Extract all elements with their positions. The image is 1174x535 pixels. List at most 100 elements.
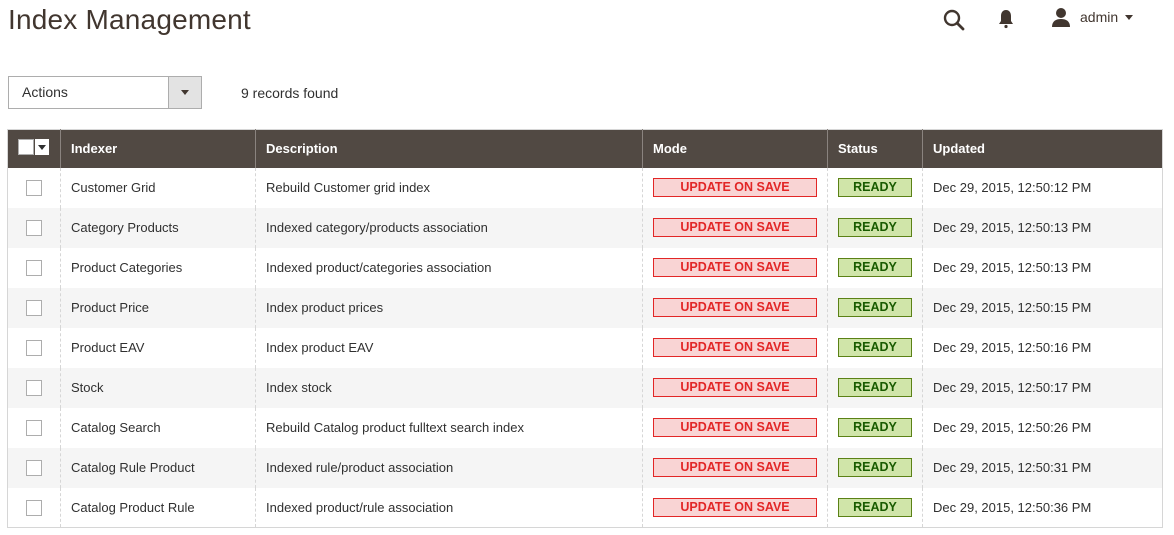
chevron-down-icon xyxy=(1125,14,1134,20)
row-checkbox[interactable] xyxy=(26,219,42,236)
column-header-mode[interactable]: Mode xyxy=(642,129,828,168)
description-cell: Rebuild Customer grid index xyxy=(255,167,643,208)
mode-badge: UPDATE ON SAVE xyxy=(653,178,817,197)
updated-cell: Dec 29, 2015, 12:50:13 PM xyxy=(922,247,1163,288)
actions-label: Actions xyxy=(22,84,68,100)
status-cell: READY xyxy=(827,487,923,528)
status-cell: READY xyxy=(827,167,923,208)
status-cell: READY xyxy=(827,247,923,288)
row-select-cell xyxy=(7,207,61,248)
mode-badge: UPDATE ON SAVE xyxy=(653,298,817,317)
indexer-cell: Product EAV xyxy=(60,327,256,368)
status-cell: READY xyxy=(827,287,923,328)
updated-cell: Dec 29, 2015, 12:50:26 PM xyxy=(922,407,1163,448)
row-select-cell xyxy=(8,488,61,528)
user-name: admin xyxy=(1080,9,1119,25)
indexer-cell: Customer Grid xyxy=(60,167,256,208)
chevron-down-icon xyxy=(181,90,189,95)
mode-badge: UPDATE ON SAVE xyxy=(653,418,817,437)
column-header-status[interactable]: Status xyxy=(827,129,923,168)
status-badge: READY xyxy=(838,418,912,437)
column-header-indexer[interactable]: Indexer xyxy=(60,129,256,168)
row-checkbox[interactable] xyxy=(26,259,42,276)
indexer-cell: Catalog Product Rule xyxy=(60,487,256,528)
updated-cell: Dec 29, 2015, 12:50:15 PM xyxy=(922,287,1163,328)
table-row: Product Price Index product prices UPDATE … xyxy=(7,287,1163,328)
row-checkbox[interactable] xyxy=(26,299,42,316)
status-badge: READY xyxy=(838,178,912,197)
mode-cell: UPDATE ON SAVE xyxy=(642,487,828,528)
status-badge: READY xyxy=(838,458,912,477)
table-row: Category Products Indexed category/produc… xyxy=(7,207,1163,248)
status-cell: READY xyxy=(827,447,923,488)
column-header-description[interactable]: Description xyxy=(255,129,643,168)
mass-select-checkbox[interactable] xyxy=(18,139,34,156)
mass-select-header xyxy=(7,129,61,168)
table-row: Catalog Search Rebuild Catalog product fu… xyxy=(8,407,1163,448)
actions-dropdown[interactable]: Actions xyxy=(8,76,202,109)
mode-badge: UPDATE ON SAVE xyxy=(653,497,817,517)
mode-cell: UPDATE ON SAVE xyxy=(642,407,828,448)
table-row: Customer Grid Rebuild Customer grid index… xyxy=(8,167,1163,208)
mass-select-toggle[interactable] xyxy=(35,139,49,156)
bell-icon[interactable] xyxy=(996,8,1016,30)
status-cell: READY xyxy=(827,207,923,248)
row-select-cell xyxy=(8,328,61,368)
status-badge: READY xyxy=(838,298,912,317)
page-title: Index Management xyxy=(8,4,251,35)
indexer-cell: Stock xyxy=(60,367,256,408)
table-row: Product EAV Index product EAV UPDATE ON SA… xyxy=(8,327,1163,368)
row-checkbox[interactable] xyxy=(26,459,42,476)
row-checkbox[interactable] xyxy=(26,179,42,196)
updated-cell: Dec 29, 2015, 12:50:31 PM xyxy=(922,447,1163,488)
actions-toggle[interactable] xyxy=(168,77,201,108)
indexer-cell: Category Products xyxy=(60,207,256,248)
row-select-cell xyxy=(8,248,61,288)
status-cell: READY xyxy=(827,367,923,408)
mass-select-dropdown[interactable] xyxy=(18,139,49,156)
description-cell: Indexed product/rule association xyxy=(255,487,643,528)
updated-cell: Dec 29, 2015, 12:50:12 PM xyxy=(922,167,1163,208)
description-cell: Indexed category/products association xyxy=(255,207,643,248)
row-select-cell xyxy=(7,367,61,408)
chevron-down-icon xyxy=(38,144,46,150)
mode-cell: UPDATE ON SAVE xyxy=(642,207,828,248)
indexer-cell: Product Categories xyxy=(60,247,256,288)
table-row: Catalog Rule Product Indexed rule/product… xyxy=(7,447,1163,488)
row-checkbox[interactable] xyxy=(26,379,42,396)
table-row: Catalog Product Rule Indexed product/rule… xyxy=(8,487,1163,528)
description-cell: Indexed product/categories association xyxy=(255,247,643,288)
status-badge: READY xyxy=(838,378,912,397)
records-count: 9 records found xyxy=(241,84,339,101)
mode-cell: UPDATE ON SAVE xyxy=(642,167,828,208)
row-checkbox[interactable] xyxy=(26,419,42,436)
row-select-cell xyxy=(7,447,61,488)
row-checkbox[interactable] xyxy=(26,339,42,356)
updated-cell: Dec 29, 2015, 12:50:16 PM xyxy=(922,327,1163,368)
mode-cell: UPDATE ON SAVE xyxy=(642,327,828,368)
description-cell: Index product prices xyxy=(255,287,643,328)
status-badge: READY xyxy=(838,338,912,357)
updated-cell: Dec 29, 2015, 12:50:36 PM xyxy=(922,487,1163,528)
row-checkbox[interactable] xyxy=(26,499,42,516)
mode-badge: UPDATE ON SAVE xyxy=(653,338,817,357)
mode-badge: UPDATE ON SAVE xyxy=(653,378,817,397)
updated-cell: Dec 29, 2015, 12:50:13 PM xyxy=(922,207,1163,248)
user-icon xyxy=(1050,6,1072,28)
mode-badge: UPDATE ON SAVE xyxy=(653,458,817,477)
description-cell: Index stock xyxy=(255,367,643,408)
mode-badge: UPDATE ON SAVE xyxy=(653,218,817,237)
row-select-cell xyxy=(8,168,61,208)
description-cell: Rebuild Catalog product fulltext search … xyxy=(255,407,643,448)
description-cell: Index product EAV xyxy=(255,327,643,368)
status-badge: READY xyxy=(838,258,912,277)
column-header-updated[interactable]: Updated xyxy=(922,129,1163,168)
mode-cell: UPDATE ON SAVE xyxy=(642,247,828,288)
indexer-grid: Indexer Description Mode Status Updated … xyxy=(7,129,1163,528)
status-badge: READY xyxy=(838,497,912,517)
mode-cell: UPDATE ON SAVE xyxy=(642,287,828,328)
user-menu[interactable]: admin xyxy=(1050,6,1160,28)
search-icon[interactable] xyxy=(942,8,966,32)
row-select-cell xyxy=(8,408,61,448)
mode-cell: UPDATE ON SAVE xyxy=(642,447,828,488)
